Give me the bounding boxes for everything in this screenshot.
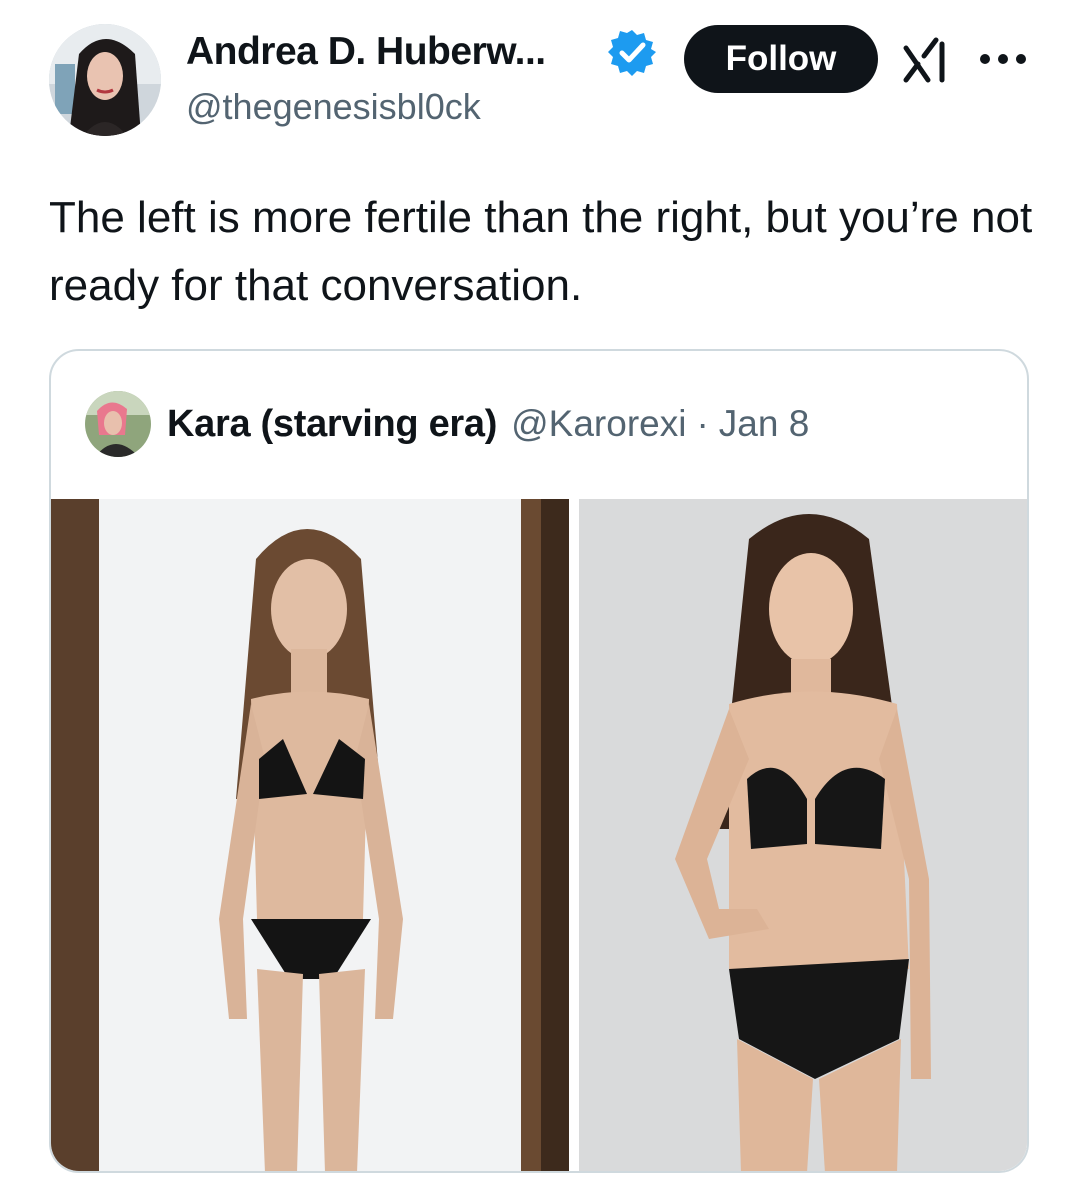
verified-badge-icon <box>608 30 656 76</box>
more-horizontal-icon[interactable] <box>975 44 1031 74</box>
quoted-date[interactable]: Jan 8 <box>719 403 810 445</box>
photo-left-image <box>51 499 569 1171</box>
quoted-tweet-card[interactable]: Kara (starving era) @Karorexi · Jan 8 <box>49 349 1029 1173</box>
quoted-tweet-header: Kara (starving era) @Karorexi · Jan 8 <box>85 389 809 459</box>
media-photo-left[interactable] <box>51 499 569 1171</box>
quoted-author-name[interactable]: Kara (starving era) <box>167 403 497 446</box>
author-avatar-image <box>49 24 161 136</box>
author-avatar[interactable] <box>49 24 161 136</box>
quoted-separator: · <box>696 403 709 444</box>
author-display-name[interactable]: Andrea D. Huberw... <box>186 30 546 74</box>
tweet-text: The left is more fertile than the right,… <box>49 193 1033 310</box>
quoted-media-grid <box>51 499 1027 1171</box>
quoted-author-avatar <box>85 391 151 457</box>
follow-button[interactable]: Follow <box>684 25 878 93</box>
photo-right-image <box>579 499 1027 1171</box>
quoted-author-handle[interactable]: @Karorexi <box>511 403 686 445</box>
grok-icon[interactable] <box>902 36 950 84</box>
quoted-author-avatar-image <box>85 391 151 457</box>
author-handle[interactable]: @thegenesisbl0ck <box>186 86 481 128</box>
media-photo-right[interactable] <box>579 499 1027 1171</box>
